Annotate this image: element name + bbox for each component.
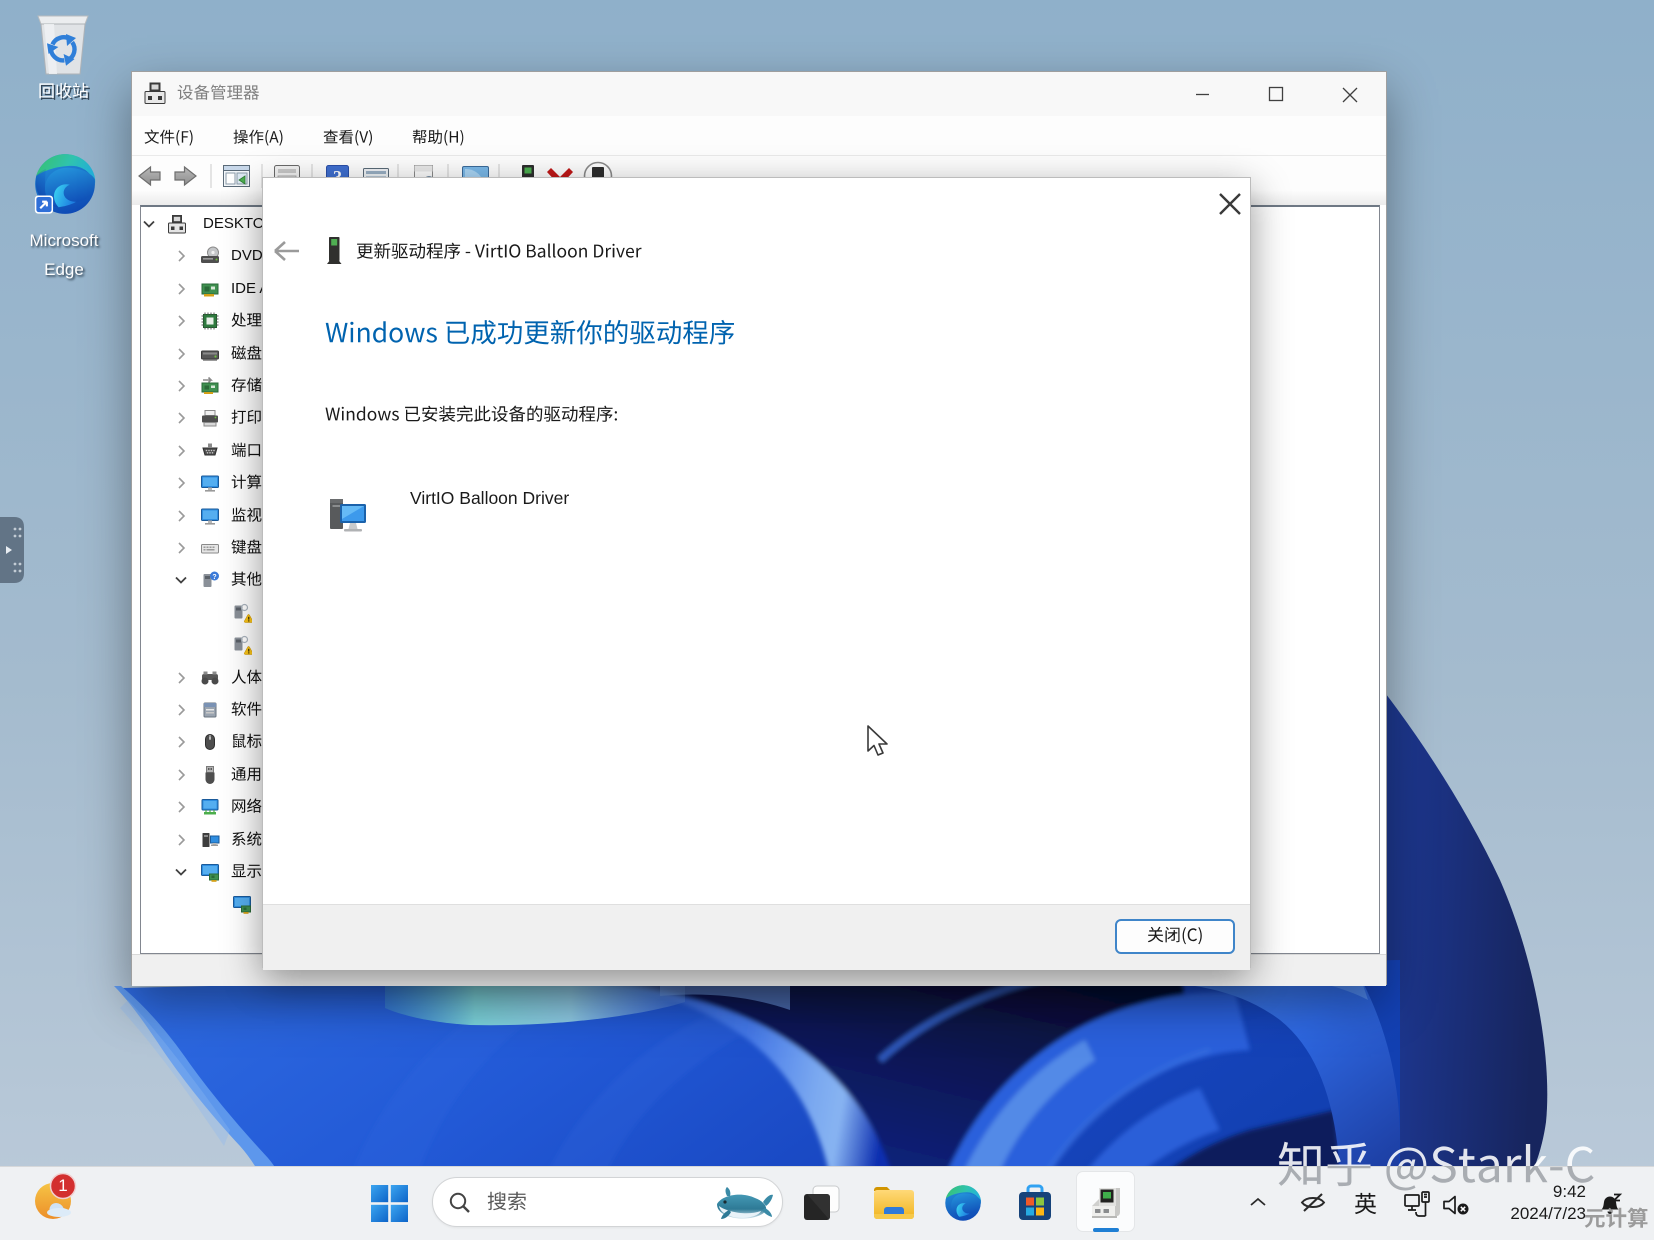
svg-text:?: ? xyxy=(212,574,216,581)
svg-text:1: 1 xyxy=(58,1176,67,1195)
